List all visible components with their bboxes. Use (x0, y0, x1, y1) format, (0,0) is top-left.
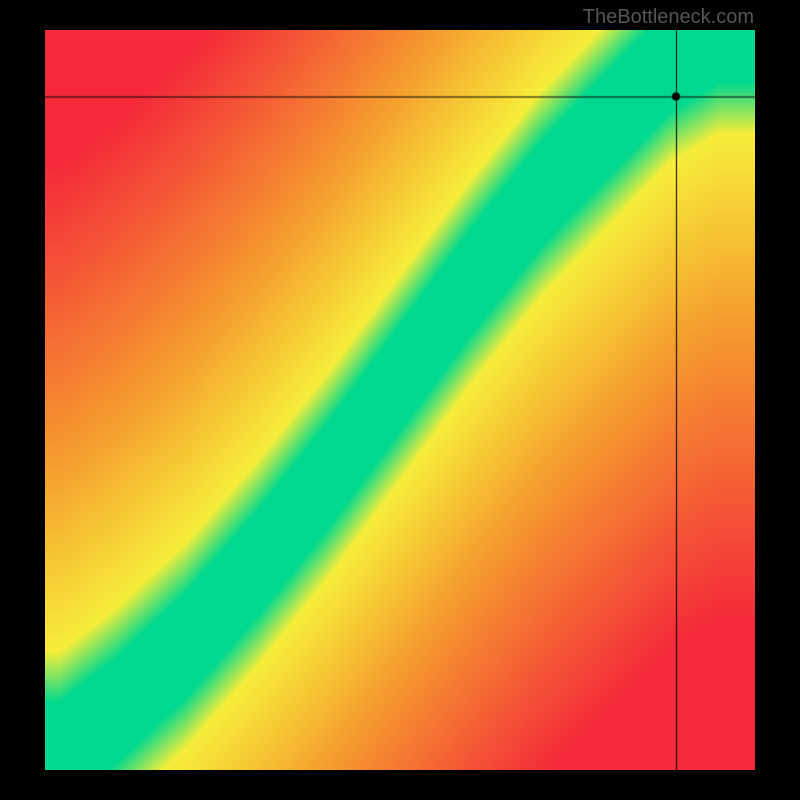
chart-container: TheBottleneck.com (0, 0, 800, 800)
heatmap-canvas (45, 30, 755, 770)
watermark-text: TheBottleneck.com (583, 6, 754, 29)
heatmap-plot (45, 30, 755, 770)
